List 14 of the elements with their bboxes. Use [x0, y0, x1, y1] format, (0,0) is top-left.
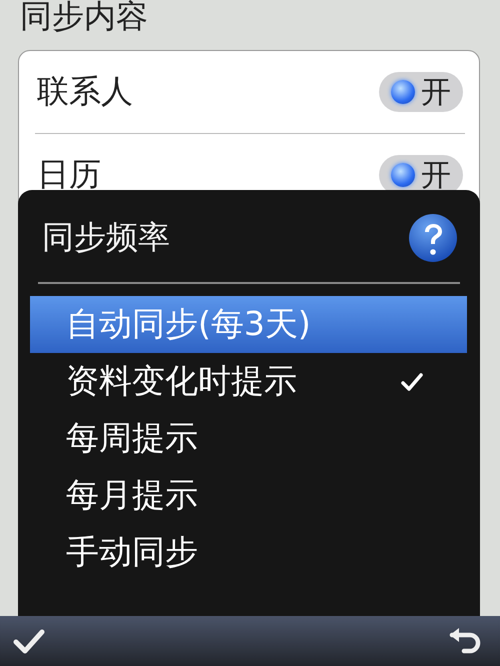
confirm-icon[interactable]	[12, 627, 46, 655]
dialog-title: 同步频率	[42, 217, 170, 258]
option-item[interactable]: 手动同步	[30, 524, 467, 581]
checkmark-icon	[401, 372, 423, 390]
help-icon[interactable]	[408, 213, 458, 263]
option-item[interactable]: 每周提示	[30, 410, 467, 467]
option-item[interactable]: 每月提示	[30, 467, 467, 524]
option-item[interactable]: 资料变化时提示	[30, 353, 467, 410]
setting-label: 日历	[37, 154, 101, 195]
back-icon[interactable]	[448, 626, 482, 656]
setting-label: 联系人	[37, 71, 133, 112]
section-title: 同步内容	[19, 0, 149, 37]
toggle-switch[interactable]: 开	[379, 72, 463, 112]
option-item[interactable]: 自动同步(每3天)	[30, 296, 467, 353]
